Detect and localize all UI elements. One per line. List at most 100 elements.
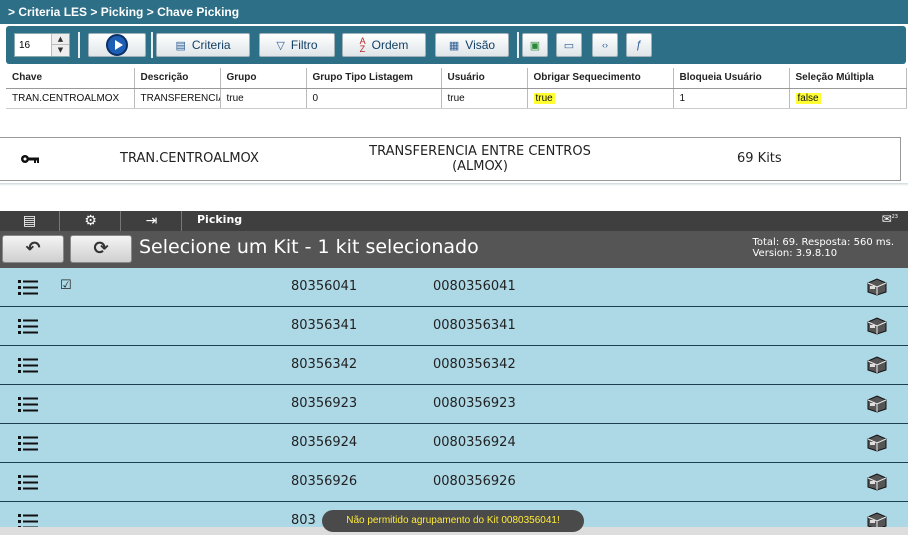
settings-button[interactable]: ⚙ bbox=[61, 211, 121, 231]
table-cell[interactable]: true bbox=[527, 88, 674, 109]
mail-icon: ✉ bbox=[881, 212, 892, 226]
filter-icon: ▽ bbox=[276, 39, 285, 52]
table-cell[interactable]: true bbox=[441, 88, 528, 109]
kit-row[interactable]: ☑ 80356041 0080356041 bbox=[0, 268, 908, 307]
back-button[interactable]: ↶ bbox=[2, 235, 64, 263]
list-icon[interactable] bbox=[18, 436, 38, 451]
code-icon: ‹› bbox=[602, 40, 608, 50]
package-icon[interactable] bbox=[866, 473, 888, 491]
view-icon: ▦ bbox=[448, 39, 460, 52]
list-icon[interactable] bbox=[18, 397, 38, 412]
menu-button[interactable]: ▤ bbox=[0, 211, 60, 231]
table-cell[interactable]: 0 bbox=[306, 88, 442, 109]
table-row[interactable]: TRAN.CENTROALMOX TRANSFERENCIA true 0 tr… bbox=[6, 88, 907, 109]
checkbox-checked-icon[interactable]: ☑ bbox=[60, 278, 72, 293]
view-label: Visão bbox=[465, 38, 496, 52]
toolbar: ▲ ▼ ▤ Criteria ▽ Filtro AZ Ordem ▦ Visão… bbox=[6, 26, 906, 64]
kit-code: 80356923 bbox=[291, 396, 358, 411]
response-stats: Total: 69. Resposta: 560 ms. Version: 3.… bbox=[752, 237, 894, 259]
kit-row[interactable]: 80356923 0080356923 bbox=[0, 385, 908, 424]
table-cell[interactable]: false bbox=[789, 88, 907, 109]
picking-key-card[interactable]: TRAN.CENTROALMOX TRANSFERENCIA ENTRE CEN… bbox=[0, 137, 901, 181]
list-icon[interactable] bbox=[18, 514, 38, 527]
table-cell[interactable]: TRANSFERENCIA bbox=[134, 88, 221, 109]
package-icon[interactable] bbox=[866, 395, 888, 413]
table-cell[interactable]: TRAN.CENTROALMOX bbox=[6, 88, 135, 109]
gear-icon: ⚙ bbox=[84, 213, 97, 229]
page-size-input[interactable] bbox=[15, 34, 51, 56]
package-icon[interactable] bbox=[866, 434, 888, 452]
column-header[interactable]: Seleção Múltipla bbox=[789, 68, 907, 89]
list-icon[interactable] bbox=[18, 319, 38, 334]
column-header[interactable]: Grupo bbox=[220, 68, 307, 89]
list-icon[interactable] bbox=[18, 358, 38, 373]
column-header[interactable]: Bloqueia Usuário bbox=[673, 68, 790, 89]
table-cell[interactable]: 1 bbox=[673, 88, 790, 109]
kit-row[interactable]: 80356926 0080356926 bbox=[0, 463, 908, 502]
exit-icon: ⇥ bbox=[145, 213, 158, 229]
order-button[interactable]: AZ Ordem bbox=[342, 33, 426, 57]
criteria-button[interactable]: ▤ Criteria bbox=[156, 33, 250, 57]
kit-code: 80356341 bbox=[291, 318, 358, 333]
card-description-line: (ALMOX) bbox=[452, 159, 508, 174]
filter-button[interactable]: ▽ Filtro bbox=[259, 33, 335, 57]
run-button[interactable] bbox=[88, 33, 146, 57]
kit-row[interactable]: 80356924 0080356924 bbox=[0, 424, 908, 463]
picking-key-table: Chave Descrição Grupo Grupo Tipo Listage… bbox=[6, 68, 907, 109]
highlighted-value: true bbox=[533, 92, 555, 104]
mail-count: 23 bbox=[891, 214, 898, 220]
package-icon[interactable] bbox=[866, 317, 888, 335]
page-size-stepper[interactable]: ▲ ▼ bbox=[14, 33, 70, 57]
order-label: Ordem bbox=[371, 38, 409, 52]
kit-row[interactable]: 80356341 0080356341 bbox=[0, 307, 908, 346]
sort-icon: AZ bbox=[359, 36, 366, 54]
save-icon: ▭ bbox=[563, 39, 575, 52]
stats-version: Version: 3.9.8.10 bbox=[752, 248, 838, 259]
kit-full-code: 0080356041 bbox=[433, 279, 516, 294]
kit-full-code: 0080356926 bbox=[433, 474, 516, 489]
toast-message: Não permitido agrupamento do Kit 0080356… bbox=[322, 510, 584, 532]
criteria-label: Criteria bbox=[191, 38, 231, 52]
settings-button[interactable]: ƒ bbox=[626, 33, 652, 57]
column-header[interactable]: Obrigar Sequecimento bbox=[527, 68, 674, 89]
refresh-icon: ⟳ bbox=[93, 238, 109, 259]
highlighted-value: false bbox=[795, 92, 821, 104]
stepper-up-icon[interactable]: ▲ bbox=[52, 34, 69, 45]
app-tab-title: Picking bbox=[197, 213, 243, 226]
export-button[interactable]: ▣ bbox=[522, 33, 548, 57]
kit-code: 80356041 bbox=[291, 279, 358, 294]
list-icon[interactable] bbox=[18, 280, 38, 295]
code-button[interactable]: ‹› bbox=[592, 33, 618, 57]
messages-button[interactable]: ✉23 bbox=[882, 212, 898, 226]
stepper-down-icon[interactable]: ▼ bbox=[52, 45, 69, 56]
list-icon[interactable] bbox=[18, 475, 38, 490]
save-button[interactable]: ▭ bbox=[556, 33, 582, 57]
key-icon bbox=[21, 155, 39, 163]
logout-button[interactable]: ⇥ bbox=[122, 211, 182, 231]
column-header[interactable]: Descrição bbox=[134, 68, 221, 89]
column-header[interactable]: Grupo Tipo Listagem bbox=[306, 68, 442, 89]
kit-full-code: 0080356342 bbox=[433, 357, 516, 372]
stats-total: Total: 69. Resposta: 560 ms. bbox=[752, 237, 894, 248]
refresh-button[interactable]: ⟳ bbox=[70, 235, 132, 263]
kit-row[interactable]: 80356342 0080356342 bbox=[0, 346, 908, 385]
list-icon: ▤ bbox=[22, 213, 37, 229]
card-description-line: TRANSFERENCIA ENTRE CENTROS bbox=[369, 144, 591, 159]
page-title: Selecione um Kit - 1 kit selecionado bbox=[139, 236, 479, 258]
app-header: ↶ ⟳ Selecione um Kit - 1 kit selecionado… bbox=[0, 231, 908, 268]
column-header[interactable]: Usuário bbox=[441, 68, 528, 89]
package-icon[interactable] bbox=[866, 356, 888, 374]
play-icon bbox=[106, 34, 128, 56]
view-button[interactable]: ▦ Visão bbox=[435, 33, 509, 57]
table-cell[interactable]: true bbox=[220, 88, 307, 109]
toolbar-divider bbox=[517, 32, 519, 58]
package-icon[interactable] bbox=[866, 278, 888, 296]
column-header[interactable]: Chave bbox=[6, 68, 135, 89]
kit-code: 803 bbox=[291, 513, 316, 527]
kit-full-code: 0080356341 bbox=[433, 318, 516, 333]
criteria-icon: ▤ bbox=[175, 39, 186, 52]
breadcrumb: > Criteria LES > Picking > Chave Picking bbox=[0, 0, 908, 24]
stepper-buttons[interactable]: ▲ ▼ bbox=[51, 34, 69, 56]
package-icon[interactable] bbox=[866, 512, 888, 527]
export-icon: ▣ bbox=[529, 39, 541, 52]
